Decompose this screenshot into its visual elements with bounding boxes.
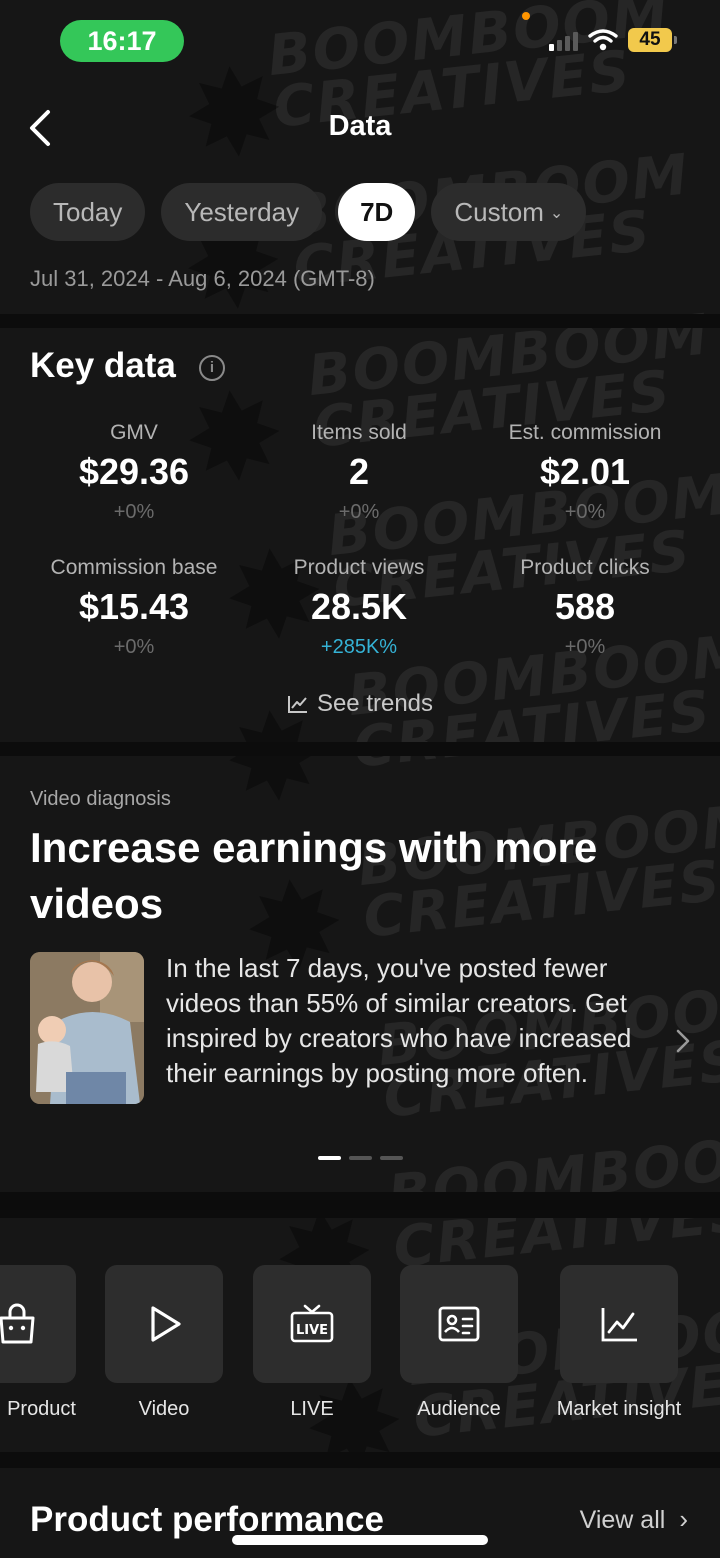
live-tv-icon: LIVE (290, 1304, 334, 1343)
metric-gmv[interactable]: GMV $29.36 +0% (14, 421, 254, 524)
shortcut-product[interactable] (0, 1265, 76, 1383)
privacy-indicator-dot (522, 12, 530, 20)
key-data-title: Key data (30, 346, 176, 385)
audience-card-icon (438, 1306, 480, 1342)
info-icon[interactable]: i (199, 355, 225, 381)
shortcut-market-insight[interactable] (560, 1265, 678, 1383)
tab-yesterday[interactable]: Yesterday (161, 183, 323, 241)
section-divider (0, 1192, 720, 1218)
metric-est-commission[interactable]: Est. commission $2.01 +0% (465, 421, 705, 524)
shortcut-market-insight-label: Market insight (556, 1398, 682, 1420)
shortcut-video[interactable] (105, 1265, 223, 1383)
carousel-dot (380, 1156, 403, 1160)
home-indicator[interactable] (232, 1535, 488, 1545)
tab-custom[interactable]: Custom ⌄ (431, 183, 587, 241)
shortcut-live[interactable]: LIVE (253, 1265, 371, 1383)
metric-product-clicks[interactable]: Product clicks 588 +0% (465, 556, 705, 659)
video-diagnosis-label: Video diagnosis (30, 788, 171, 810)
svg-text:LIVE: LIVE (296, 1323, 328, 1338)
view-all-link[interactable]: View all › (580, 1504, 688, 1535)
shortcut-audience[interactable] (400, 1265, 518, 1383)
see-trends-link[interactable]: See trends (0, 690, 720, 718)
carousel-dot (349, 1156, 372, 1160)
tab-today[interactable]: Today (30, 183, 146, 241)
metric-items-sold[interactable]: Items sold 2 +0% (239, 421, 479, 524)
shortcut-video-label: Video (138, 1398, 190, 1420)
line-chart-icon (287, 696, 307, 713)
status-icons: 45 (549, 28, 677, 52)
shop-bag-icon (0, 1303, 35, 1344)
page-title: Data (328, 110, 392, 142)
metric-commission-base[interactable]: Commission base $15.43 +0% (14, 556, 254, 659)
creator-video-thumbnail[interactable] (30, 952, 144, 1104)
tab-7d[interactable]: 7D (338, 183, 416, 241)
video-diagnosis-headline: Increase earnings with more videos (30, 824, 598, 927)
shortcut-live-label: LIVE (290, 1398, 334, 1420)
chevron-down-icon: ⌄ (549, 205, 564, 223)
chevron-right-icon: › (679, 1504, 688, 1534)
carousel-indicator (318, 1156, 403, 1160)
date-range-text: Jul 31, 2024 - Aug 6, 2024 (GMT-8) (30, 266, 375, 291)
shortcut-audience-label: Audience (417, 1398, 501, 1420)
section-divider (0, 314, 720, 328)
signal-icon (549, 29, 578, 51)
section-divider (0, 742, 720, 756)
data-screen: ✸ BOOMBOOMCREATIVES ✸ BOOMBOOMCREATIVES … (0, 0, 720, 1558)
carousel-dot-active (318, 1156, 341, 1160)
metric-product-views[interactable]: Product views 28.5K +285K% (239, 556, 479, 659)
play-icon (151, 1306, 181, 1342)
product-performance-title: Product performance (30, 1500, 384, 1539)
chevron-right-icon[interactable] (672, 1026, 694, 1056)
video-diagnosis-body: In the last 7 days, you've posted fewer … (166, 953, 632, 1088)
shortcut-product-label: Product (7, 1398, 76, 1420)
trend-chart-icon (601, 1308, 637, 1342)
date-filter-tabs: Today Yesterday 7D Custom ⌄ (30, 183, 587, 241)
wifi-icon (588, 29, 618, 51)
battery-icon: 45 (628, 28, 677, 52)
section-divider (0, 1452, 720, 1468)
status-time: 16:17 (60, 20, 184, 62)
